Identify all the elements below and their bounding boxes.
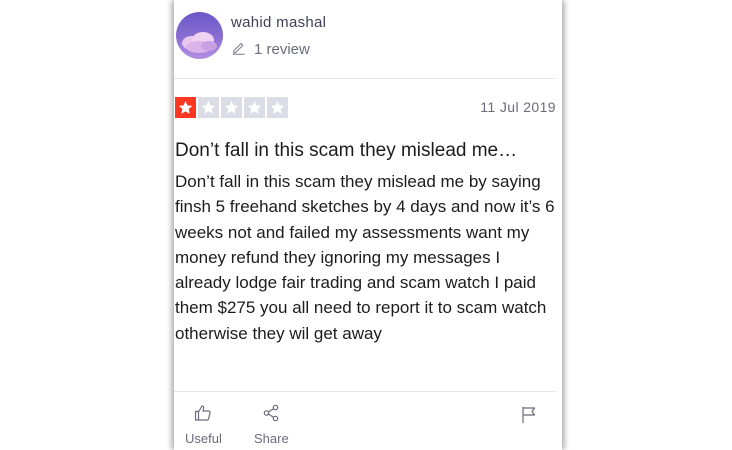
- useful-button[interactable]: Useful: [185, 404, 222, 446]
- useful-label: Useful: [185, 431, 222, 446]
- pencil-icon: [231, 40, 246, 59]
- review-body: Don’t fall in this scam they mislead me …: [175, 172, 555, 343]
- share-icon: [262, 404, 280, 425]
- star-icon: [267, 97, 288, 118]
- star-icon: [244, 97, 265, 118]
- divider: [174, 78, 556, 79]
- review-card: wahid mashal 1 review 11 Jul 2019 Don’t …: [174, 0, 562, 450]
- star-icon: [175, 97, 196, 118]
- avatar[interactable]: [176, 12, 223, 59]
- review-count: 1 review: [231, 40, 310, 58]
- share-button[interactable]: Share: [254, 404, 289, 446]
- star-icon: [198, 97, 219, 118]
- star-rating: [175, 97, 288, 118]
- flag-button[interactable]: [521, 406, 537, 429]
- thumbs-up-icon: [194, 404, 212, 425]
- review-date: 11 Jul 2019: [480, 99, 556, 115]
- review-count-label: 1 review: [254, 40, 310, 58]
- star-icon: [221, 97, 242, 118]
- share-label: Share: [254, 431, 289, 446]
- divider: [174, 391, 556, 392]
- reviewer-name[interactable]: wahid mashal: [231, 14, 326, 31]
- flag-icon: [521, 407, 537, 428]
- review-title[interactable]: Don’t fall in this scam they mislead me…: [175, 140, 555, 162]
